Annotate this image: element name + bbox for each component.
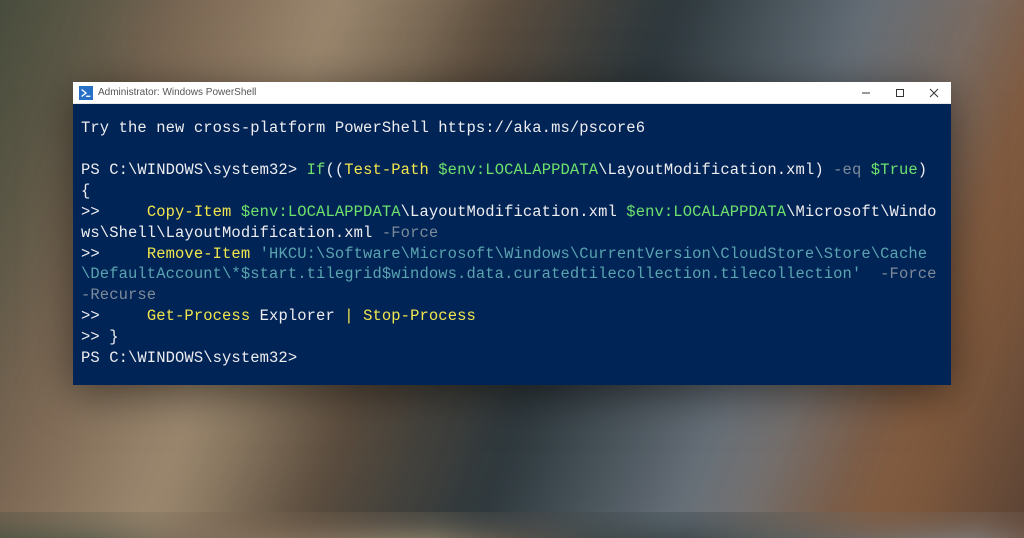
continuation: >> (81, 203, 147, 221)
cmdlet-stop-process: Stop-Process (363, 307, 476, 325)
cmdlet-test-path: Test-Path (344, 161, 438, 179)
minimize-button[interactable] (849, 82, 883, 104)
continuation: >> (81, 328, 109, 346)
brace-close: } (109, 328, 118, 346)
path-text: \LayoutModification.xml) (598, 161, 833, 179)
prompt: PS C:\WINDOWS\system32> (81, 161, 307, 179)
cmdlet-copy-item: Copy-Item (147, 203, 241, 221)
operator-eq: -eq (833, 161, 871, 179)
pipe: | (344, 307, 363, 325)
paren: (( (325, 161, 344, 179)
true-literal: $True (871, 161, 918, 179)
env-var: $env:LOCALAPPDATA (241, 203, 401, 221)
maximize-button[interactable] (883, 82, 917, 104)
powershell-window: Administrator: Windows PowerShell Try th… (73, 82, 951, 385)
continuation: >> (81, 245, 147, 263)
arg-explorer: Explorer (260, 307, 345, 325)
terminal-output[interactable]: Try the new cross-platform PowerShell ht… (73, 104, 951, 385)
window-title: Administrator: Windows PowerShell (98, 87, 256, 98)
close-button[interactable] (917, 82, 951, 104)
if-keyword: If (307, 161, 326, 179)
env-var: $env:LOCALAPPDATA (438, 161, 598, 179)
path-text: \LayoutModification.xml (401, 203, 627, 221)
spacer (861, 265, 880, 283)
terminal-banner: Try the new cross-platform PowerShell ht… (81, 119, 645, 137)
titlebar[interactable]: Administrator: Windows PowerShell (73, 82, 951, 104)
prompt: PS C:\WINDOWS\system32> (81, 349, 297, 367)
param-recurse: -Recurse (81, 286, 156, 304)
cmdlet-get-process: Get-Process (147, 307, 260, 325)
cmdlet-remove-item: Remove-Item (147, 245, 260, 263)
env-var: $env:LOCALAPPDATA (626, 203, 786, 221)
continuation: >> (81, 307, 147, 325)
powershell-icon (79, 86, 93, 100)
param-force: -Force (880, 265, 946, 283)
param-force: -Force (382, 224, 438, 242)
